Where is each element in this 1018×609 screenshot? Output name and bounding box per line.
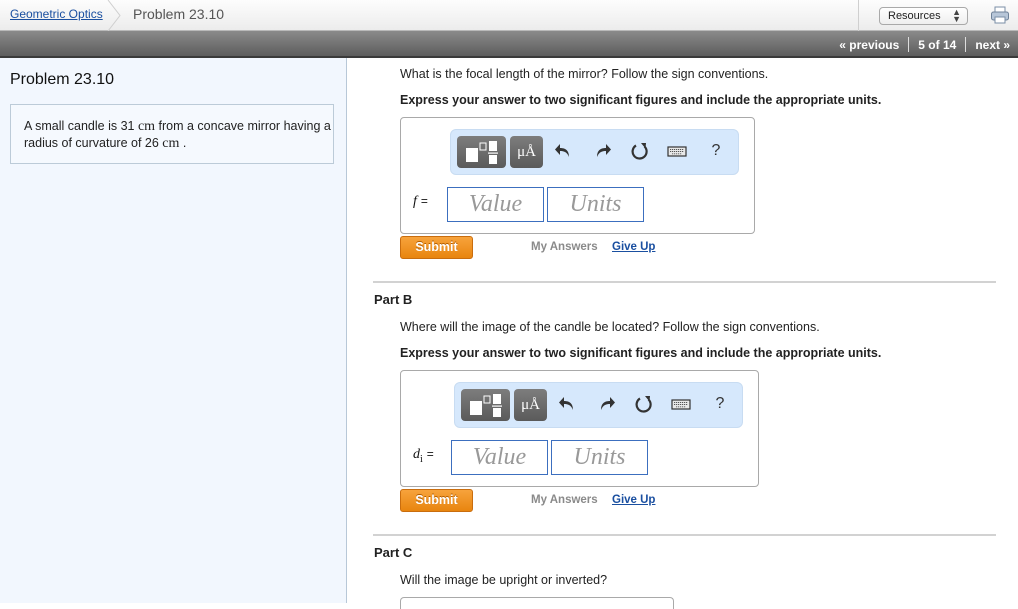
unit-cm: cm bbox=[162, 136, 180, 151]
breadcrumb-current: Problem 23.10 bbox=[133, 6, 225, 22]
part-a-answer-box: μÅ ? f = Value Units bbox=[400, 117, 755, 234]
part-b-instruction: Express your answer to two significant f… bbox=[400, 346, 882, 360]
submit-button[interactable]: Submit bbox=[400, 236, 473, 259]
main-content: What is the focal length of the mirror? … bbox=[348, 58, 1018, 609]
redo-icon[interactable] bbox=[592, 141, 612, 161]
divider bbox=[908, 37, 910, 52]
part-b-question: Where will the image of the candle be lo… bbox=[400, 320, 820, 334]
value-input[interactable]: Value bbox=[451, 440, 548, 475]
math-toolbar: μÅ ? bbox=[450, 129, 739, 175]
problem-title: Problem 23.10 bbox=[10, 71, 115, 88]
previous-link[interactable]: « previous bbox=[839, 38, 899, 52]
equals-sign: = bbox=[420, 194, 428, 208]
help-button[interactable]: ? bbox=[706, 141, 726, 161]
part-b-answer-box: μÅ ? di = Value Units bbox=[400, 370, 759, 487]
keyboard-icon[interactable] bbox=[671, 394, 691, 414]
breadcrumb-link-geometric-optics[interactable]: Geometric Optics bbox=[10, 7, 103, 21]
templates-icon bbox=[470, 394, 502, 417]
printer-icon[interactable] bbox=[990, 6, 1010, 24]
part-a-instruction: Express your answer to two significant f… bbox=[400, 93, 882, 107]
reset-icon[interactable] bbox=[634, 394, 654, 414]
units-button[interactable]: μÅ bbox=[514, 389, 547, 421]
topbar-divider bbox=[858, 0, 859, 31]
resources-select-label: Resources bbox=[888, 10, 941, 22]
units-button[interactable]: μÅ bbox=[510, 136, 543, 168]
next-link[interactable]: next » bbox=[975, 38, 1010, 52]
part-c-question: Will the image be upright or inverted? bbox=[400, 573, 608, 587]
units-input[interactable]: Units bbox=[551, 440, 648, 475]
value-input[interactable]: Value bbox=[447, 187, 544, 222]
give-up-link[interactable]: Give Up bbox=[612, 241, 655, 253]
give-up-link[interactable]: Give Up bbox=[612, 494, 655, 506]
undo-icon[interactable] bbox=[554, 141, 574, 161]
units-input[interactable]: Units bbox=[547, 187, 644, 222]
submit-button[interactable]: Submit bbox=[400, 489, 473, 512]
redo-icon[interactable] bbox=[596, 394, 616, 414]
variable-label-f: f = bbox=[413, 194, 428, 210]
navigation-bar: « previous 5 of 14 next » bbox=[0, 31, 1018, 58]
part-divider bbox=[373, 534, 996, 536]
part-c-answer-box bbox=[400, 597, 674, 609]
part-divider bbox=[373, 281, 996, 283]
part-c-title[interactable]: Part C bbox=[374, 545, 412, 560]
statement-text: A small candle is 31 bbox=[24, 119, 138, 133]
keyboard-icon[interactable] bbox=[667, 141, 687, 161]
templates-icon bbox=[466, 141, 498, 164]
variable-symbol: f bbox=[413, 194, 417, 209]
templates-button[interactable] bbox=[461, 389, 510, 421]
problem-position: 5 of 14 bbox=[918, 37, 957, 52]
variable-symbol: d bbox=[413, 447, 420, 462]
help-button[interactable]: ? bbox=[710, 394, 730, 414]
part-b-title[interactable]: Part B bbox=[374, 292, 412, 307]
my-answers-link[interactable]: My Answers bbox=[531, 241, 598, 253]
resources-select[interactable]: Resources ▲ ▼ bbox=[879, 7, 968, 25]
variable-label-di: di = bbox=[413, 447, 434, 465]
problem-statement: A small candle is 31 cm from a concave m… bbox=[10, 104, 334, 164]
math-toolbar: μÅ ? bbox=[454, 382, 743, 428]
undo-icon[interactable] bbox=[558, 394, 578, 414]
my-answers-link[interactable]: My Answers bbox=[531, 494, 598, 506]
equals-sign: = bbox=[426, 447, 434, 461]
reset-icon[interactable] bbox=[630, 141, 650, 161]
problem-pager: « previous 5 of 14 next » bbox=[839, 37, 1010, 52]
unit-cm: cm bbox=[137, 119, 156, 134]
variable-subscript: i bbox=[420, 453, 423, 465]
problem-sidebar: Problem 23.10 A small candle is 31 cm fr… bbox=[0, 58, 347, 603]
part-a-question: What is the focal length of the mirror? … bbox=[400, 67, 769, 81]
top-bar: Geometric Optics Problem 23.10 Resources… bbox=[0, 0, 1018, 31]
divider bbox=[965, 37, 967, 52]
templates-button[interactable] bbox=[457, 136, 506, 168]
breadcrumb-separator-icon bbox=[107, 0, 121, 31]
select-arrows-icon: ▲ ▼ bbox=[952, 7, 961, 24]
statement-text: . bbox=[179, 136, 187, 150]
